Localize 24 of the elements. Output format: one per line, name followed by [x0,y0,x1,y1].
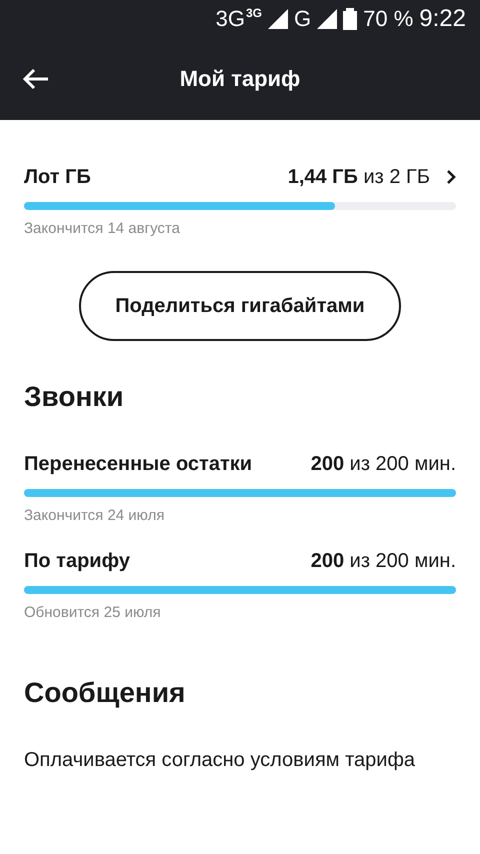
section-title: Сообщения [24,676,186,710]
usage-amount: 1,44 ГБ из 2 ГБ [288,166,430,188]
usage-note: Обновится 25 июля [24,604,162,621]
usage-amount: 200 из 200 мин. [310,550,456,572]
back-button[interactable] [22,68,50,90]
signal-icon [268,9,288,29]
clock: 9:22 [419,5,466,33]
usage-amount: 200 из 200 мин. [310,452,456,476]
network-label: 3G [246,6,262,20]
usage-note: Закончится 24 июля [24,507,166,524]
usage-name: По тарифу [24,550,131,572]
share-gigabytes-button[interactable]: Поделиться гигабайтами [79,271,401,341]
signal-icon [317,9,338,29]
messages-info: Оплачивается согласно условиям тарифа [24,749,416,772]
screen-title: Мой тариф [178,66,302,92]
network-label: G [294,6,312,32]
network-label: 3G [216,6,245,32]
battery-icon [343,8,358,30]
section-title: Звонки [24,380,125,414]
usage-note: Закончится 14 августа [24,220,181,237]
battery-percent: 70 % [363,6,414,32]
usage-name: Перенесенные остатки [24,452,254,476]
chevron-right-icon [446,169,456,185]
usage-name: Лот ГБ [24,166,92,188]
